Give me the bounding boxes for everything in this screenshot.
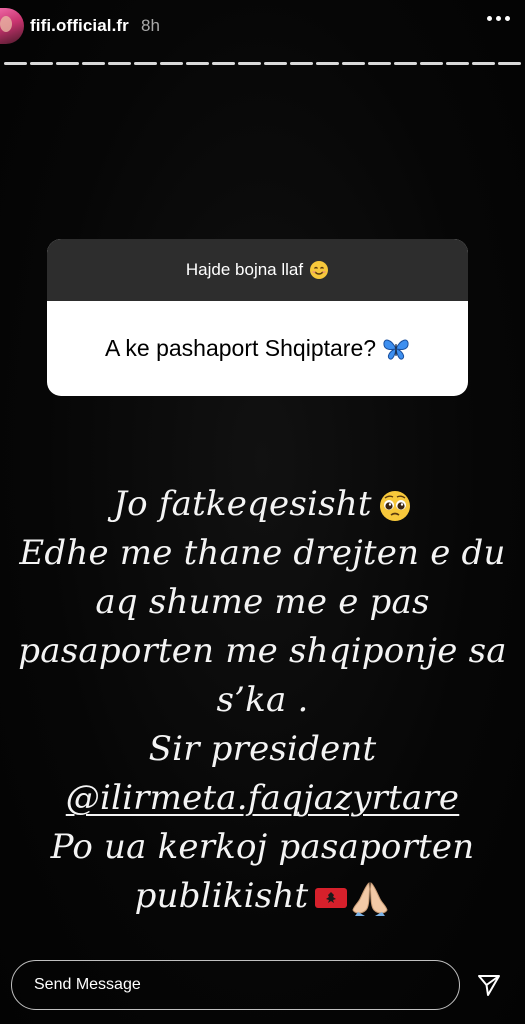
progress-segment	[342, 62, 365, 65]
send-icon[interactable]	[464, 960, 514, 1010]
answer-line: pasaporten me shqiponje sa	[18, 631, 507, 671]
more-options-icon[interactable]	[487, 16, 510, 21]
progress-segment	[290, 62, 313, 65]
pleading-face-icon	[379, 491, 410, 521]
answer-line: @ilirmeta.faqjazyrtare	[0, 774, 525, 823]
progress-segment	[56, 62, 79, 65]
progress-segment	[264, 62, 287, 65]
story-progress-bar	[4, 62, 521, 65]
progress-segment	[394, 62, 417, 65]
question-sticker-prompt: Hajde bojna llaf	[47, 239, 468, 301]
progress-segment	[212, 62, 235, 65]
smiling-face-icon	[310, 261, 329, 279]
answer-line: Edhe me thane drejten e du	[19, 533, 506, 573]
progress-segment	[316, 62, 339, 65]
mention-link[interactable]: @ilirmeta.faqjazyrtare	[66, 778, 460, 818]
progress-segment	[238, 62, 261, 65]
progress-segment	[186, 62, 209, 65]
progress-segment	[82, 62, 105, 65]
progress-segment	[368, 62, 391, 65]
progress-segment	[30, 62, 53, 65]
question-sticker: Hajde bojna llaf A ke pashaport Shqiptar…	[47, 239, 468, 396]
answer-line: s’ka .	[216, 680, 309, 720]
answer-line: aq shume me e pas	[95, 582, 430, 622]
progress-segment	[446, 62, 469, 65]
progress-segment	[420, 62, 443, 65]
answer-line: publikisht	[0, 872, 525, 921]
send-message-input[interactable]: Send Message	[11, 960, 460, 1010]
answer-line: Jo fatkeqesisht	[0, 480, 525, 529]
answer-line: Po ua kerkoj pasaporten	[50, 827, 475, 867]
progress-segment	[472, 62, 495, 65]
progress-segment	[160, 62, 183, 65]
butterfly-icon	[383, 339, 409, 360]
avatar[interactable]	[0, 8, 24, 44]
story-view: fifi.official.fr 8h Hajde bojna llaf A k…	[0, 0, 525, 1024]
progress-segment	[134, 62, 157, 65]
progress-segment	[4, 62, 27, 65]
sticker-question-text: A ke pashaport Shqiptare?	[104, 335, 377, 361]
question-sticker-answer: A ke pashaport Shqiptare?	[47, 301, 468, 396]
progress-segment	[108, 62, 131, 65]
story-answer-text: Jo fatkeqesisht Edhe me thane drejten e …	[0, 480, 525, 921]
albania-flag-icon	[315, 888, 348, 908]
send-message-placeholder: Send Message	[34, 976, 141, 993]
progress-segment	[498, 62, 521, 65]
folded-hands-icon	[352, 882, 388, 916]
sticker-prompt-text: Hajde bojna llaf	[185, 260, 304, 279]
answer-line: Sir president	[148, 729, 377, 769]
story-time: 8h	[141, 16, 160, 35]
story-header: fifi.official.fr 8h	[0, 6, 525, 46]
message-bar: Send Message	[11, 958, 514, 1012]
username[interactable]: fifi.official.fr	[30, 16, 129, 36]
